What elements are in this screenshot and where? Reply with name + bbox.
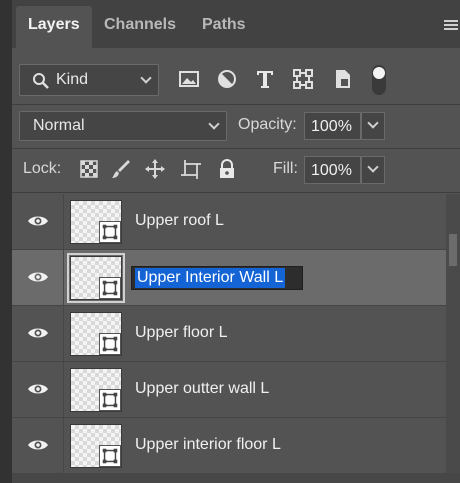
opacity-value: 100%	[311, 118, 352, 135]
layer-name-edit-field[interactable]: Upper Interior Wall L	[131, 266, 303, 290]
fill-label: Fill:	[273, 160, 298, 177]
visibility-toggle[interactable]	[12, 418, 64, 474]
chevron-down-icon	[140, 72, 152, 84]
eye-icon	[28, 272, 48, 282]
lock-position-icon[interactable]	[144, 158, 166, 180]
smart-object-badge-icon	[99, 221, 121, 243]
panel-bottom-toolbar	[12, 473, 460, 483]
search-icon	[33, 73, 49, 89]
layers-list: Upper roof L Upper Interior Wall L Upper…	[12, 194, 446, 483]
lock-image-pixels-icon[interactable]	[110, 158, 132, 180]
visibility-toggle[interactable]	[12, 194, 64, 250]
adjustment-filter-icon[interactable]	[216, 68, 238, 90]
opacity-label: Opacity:	[238, 116, 297, 133]
layer-name[interactable]: Upper outter wall L	[135, 380, 269, 398]
eye-icon	[28, 384, 48, 394]
fill-dropdown-button[interactable]	[361, 156, 385, 184]
image-filter-icon[interactable]	[178, 68, 200, 90]
tab-layers[interactable]: Layers	[16, 6, 92, 48]
lock-transparent-pixels-icon[interactable]	[78, 158, 100, 180]
blend-mode-value: Normal	[33, 117, 85, 134]
panel-left-edge	[0, 0, 12, 483]
layer-row[interactable]: Upper roof L	[12, 194, 446, 250]
layer-name[interactable]: Upper floor L	[135, 324, 228, 342]
layers-scrollbar[interactable]	[446, 194, 460, 483]
blend-mode-dropdown[interactable]: Normal	[19, 111, 227, 141]
layer-name[interactable]: Upper roof L	[135, 212, 224, 230]
layer-name-selected-text[interactable]: Upper Interior Wall L	[135, 268, 286, 288]
scrollbar-thumb[interactable]	[449, 234, 457, 266]
layer-name[interactable]: Upper interior floor L	[135, 436, 281, 454]
eye-icon	[28, 328, 48, 338]
lock-label: Lock:	[23, 160, 62, 177]
eye-icon	[28, 216, 48, 226]
eye-icon	[28, 440, 48, 450]
shape-filter-icon[interactable]	[292, 68, 314, 90]
separator	[12, 148, 460, 149]
fill-value: 100%	[311, 162, 352, 179]
type-filter-icon[interactable]	[254, 68, 276, 90]
layer-thumbnail[interactable]	[70, 312, 122, 356]
panel-tab-bar: Layers Channels Paths	[12, 0, 460, 48]
opacity-dropdown-button[interactable]	[361, 112, 385, 140]
smart-object-badge-icon	[99, 333, 121, 355]
smart-object-badge-icon	[99, 277, 121, 299]
chevron-down-icon	[367, 117, 379, 129]
opacity-input[interactable]: 100%	[304, 112, 361, 140]
separator	[12, 104, 460, 105]
layer-thumbnail[interactable]	[67, 253, 125, 303]
lock-artboard-icon[interactable]	[180, 158, 202, 180]
tab-paths[interactable]: Paths	[190, 6, 258, 48]
layer-thumbnail[interactable]	[70, 200, 122, 244]
layer-row[interactable]: Upper floor L	[12, 306, 446, 362]
filter-kind-label: Kind	[56, 71, 89, 88]
layer-row-selected[interactable]: Upper Interior Wall L	[12, 250, 446, 306]
visibility-toggle[interactable]	[12, 362, 64, 418]
layer-thumbnail[interactable]	[70, 424, 122, 468]
filter-toggle-icon[interactable]	[371, 64, 387, 96]
chevron-down-icon	[208, 118, 220, 130]
fill-input[interactable]: 100%	[304, 156, 361, 184]
tab-channels[interactable]: Channels	[92, 6, 188, 48]
layer-row[interactable]: Upper outter wall L	[12, 362, 446, 418]
layer-row[interactable]: Upper interior floor L	[12, 418, 446, 474]
filter-kind-dropdown[interactable]: Kind	[19, 64, 159, 96]
visibility-toggle[interactable]	[12, 306, 64, 362]
smart-object-badge-icon	[99, 445, 121, 467]
lock-all-icon[interactable]	[216, 158, 238, 180]
panel-menu-icon[interactable]	[444, 20, 458, 32]
separator	[12, 192, 460, 193]
visibility-toggle[interactable]	[12, 250, 64, 306]
layer-thumbnail[interactable]	[70, 368, 122, 412]
smart-object-filter-icon[interactable]	[332, 68, 354, 90]
chevron-down-icon	[367, 161, 379, 173]
smart-object-badge-icon	[99, 389, 121, 411]
